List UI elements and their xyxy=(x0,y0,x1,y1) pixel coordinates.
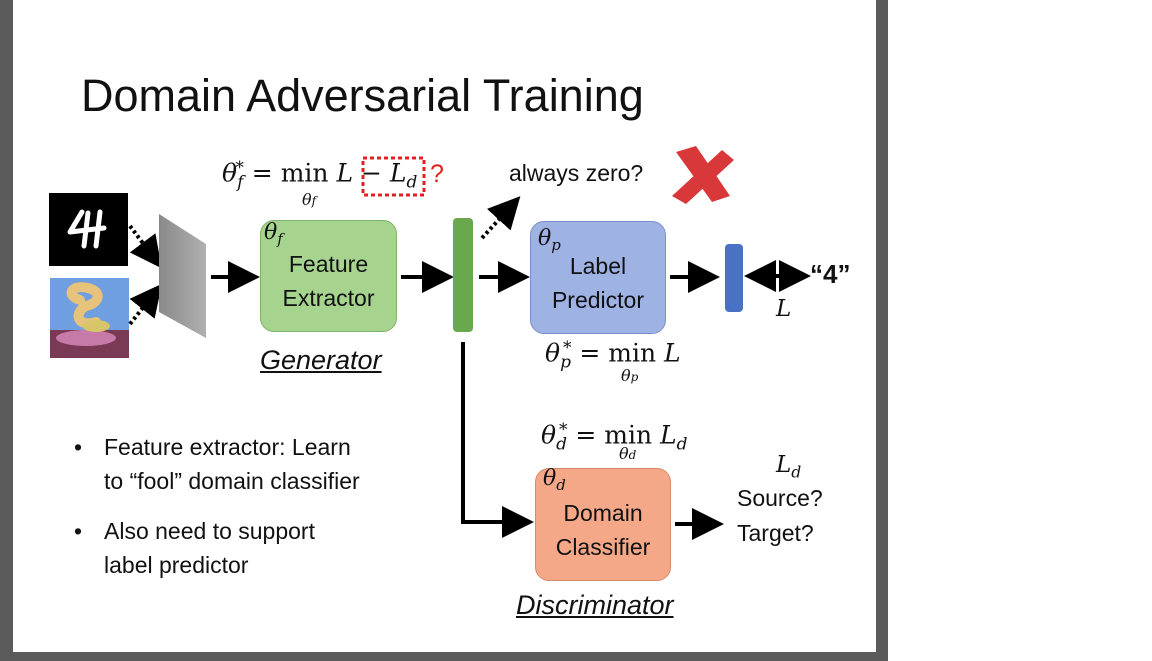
red-cross-icon xyxy=(672,146,734,204)
feature-extractor-param: θf xyxy=(264,220,283,249)
bullet-line: Also need to support xyxy=(104,518,315,544)
bullet-item: Also need to support label predictor xyxy=(74,514,360,582)
domain-classifier-label-line2: Classifier xyxy=(555,533,651,560)
input-arrow-top xyxy=(128,224,162,269)
feature-equation-subscript: θf xyxy=(302,190,317,209)
always-zero-label: always zero? xyxy=(509,160,644,186)
label-predictor-label-line1: Label xyxy=(569,252,627,279)
bullet-item: Feature extractor: Learn to “fool” domai… xyxy=(74,430,360,498)
domain-equation: θd* = min Ld xyxy=(541,420,688,455)
feature-equation: θf* = min L − Ld xyxy=(222,158,418,193)
label-predictor-param: θp xyxy=(538,226,561,255)
domain-equation-subscript: θd xyxy=(619,444,637,463)
label-predictor-label-line2: Predictor xyxy=(551,286,645,313)
discriminator-caption: Discriminator xyxy=(516,590,674,620)
question-mark: ? xyxy=(430,160,444,188)
mnist-m-digit-image xyxy=(50,278,129,358)
predicted-digit-label: “4” xyxy=(810,259,851,289)
label-equation-subscript: θp xyxy=(621,366,639,385)
bullet-line: Feature extractor: Learn xyxy=(104,434,351,460)
bullet-list: Feature extractor: Learn to “fool” domai… xyxy=(74,430,360,598)
feature-vector-bar xyxy=(453,218,473,332)
mnist-digit-image xyxy=(49,193,128,266)
loss-label: L xyxy=(776,296,792,322)
feature-extractor-label-line2: Extractor xyxy=(282,285,375,311)
input-arrow-bottom xyxy=(128,283,162,326)
bullet-line: label predictor xyxy=(104,552,249,578)
prediction-vector-bar xyxy=(725,244,743,312)
generator-caption: Generator xyxy=(260,345,382,375)
label-equation: θp* = min L xyxy=(545,338,681,373)
target-label: Target? xyxy=(737,520,814,546)
domain-loss-label: Ld xyxy=(776,452,802,482)
bullet-line: to “fool” domain classifier xyxy=(104,468,360,494)
domain-classifier-param: θd xyxy=(543,466,566,495)
source-label: Source? xyxy=(737,485,823,511)
domain-classifier-label-line1: Domain xyxy=(563,499,643,526)
input-layer xyxy=(159,214,206,338)
feature-extractor-label-line1: Feature xyxy=(288,251,369,277)
